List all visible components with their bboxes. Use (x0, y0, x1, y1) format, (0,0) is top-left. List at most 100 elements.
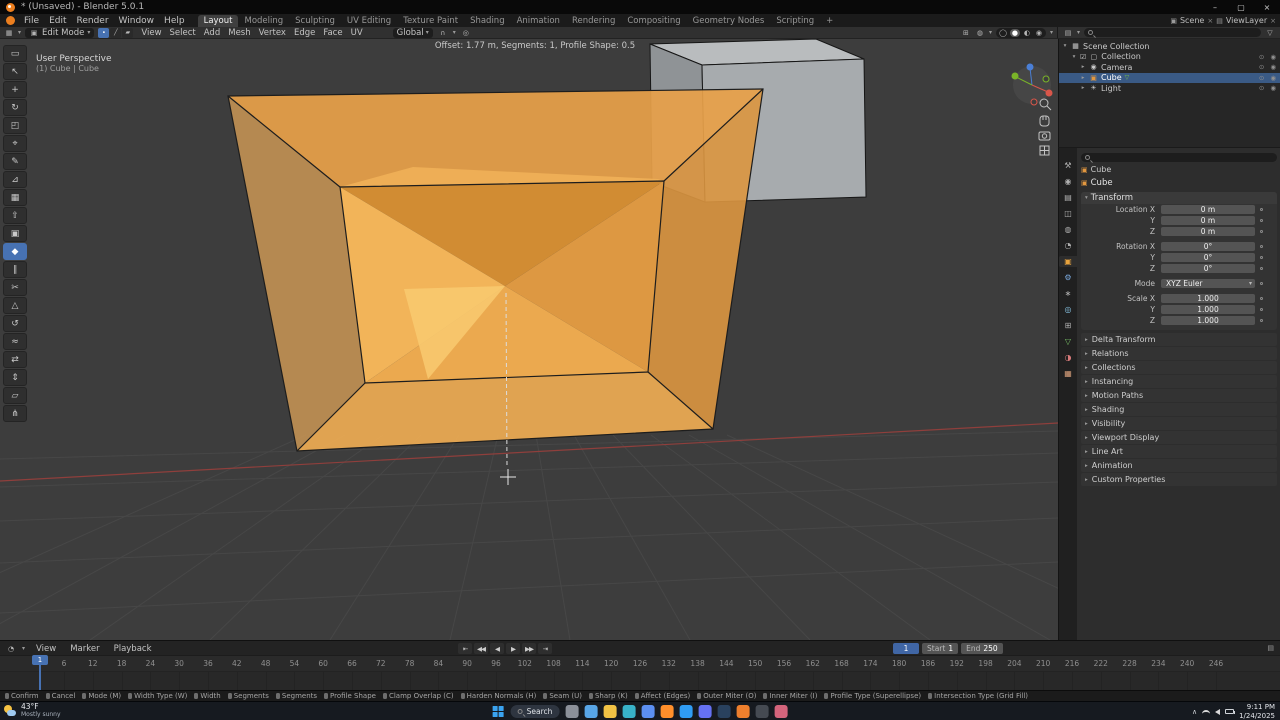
properties-tab-object[interactable]: ▣ (1059, 256, 1077, 267)
taskbar-app-widgets[interactable] (584, 705, 598, 718)
outliner-row-camera[interactable]: ▸ ◉ Camera ⊙ ◉ (1059, 62, 1280, 73)
play-reverse-button[interactable]: ◀ (490, 643, 504, 654)
next-keyframe-button[interactable]: ▶▶ (522, 643, 536, 654)
workspace-tab-shading[interactable]: Shading (464, 15, 511, 27)
properties-tab-tool[interactable]: ⚒ (1059, 160, 1077, 171)
tool-scale[interactable]: ◰ (3, 117, 27, 134)
outliner-search-input[interactable] (1084, 28, 1261, 37)
properties-tab-world[interactable]: ◔ (1059, 240, 1077, 251)
workspace-tab-rendering[interactable]: Rendering (566, 15, 621, 27)
transform-field-z[interactable]: 0 m (1161, 227, 1255, 236)
start-button[interactable] (492, 705, 505, 718)
workspace-tab-texture-paint[interactable]: Texture Paint (397, 15, 464, 27)
properties-tab-modifiers[interactable]: ⚙ (1059, 272, 1077, 283)
pan-hand-icon[interactable] (1039, 115, 1050, 127)
menu-window[interactable]: Window (114, 16, 160, 26)
outliner-row-light[interactable]: ▸ ☀ Light ⊙ ◉ (1059, 83, 1280, 94)
tool-annotate[interactable]: ✎ (3, 153, 27, 170)
outliner-row-cube[interactable]: ▸ ▣ Cube ▽ ⊙ ◉ (1059, 72, 1280, 83)
properties-tab-data[interactable]: ▽ (1059, 336, 1077, 347)
frame-start-field[interactable]: Start 1 (922, 643, 959, 654)
animate-decorator-icon[interactable] (1260, 282, 1263, 285)
tool-smooth[interactable]: ≈ (3, 333, 27, 350)
transform-field-z[interactable]: 1.000 (1161, 316, 1255, 325)
workspace-tab-layout[interactable]: Layout (197, 15, 239, 27)
taskbar-search[interactable]: Search (510, 705, 560, 718)
tool-inset-faces[interactable]: ▣ (3, 225, 27, 242)
xray-toggle-icon[interactable]: ⊞ (961, 29, 971, 37)
tool-edge-slide[interactable]: ⇄ (3, 351, 27, 368)
properties-tab-texture[interactable]: ▦ (1059, 368, 1077, 379)
tool-transform[interactable]: ⌖ (3, 135, 27, 152)
animate-decorator-icon[interactable] (1260, 230, 1263, 233)
properties-tab-view-layer[interactable]: ◫ (1059, 208, 1077, 219)
proportional-editing-icon[interactable]: ◎ (461, 29, 471, 37)
transform-field-z[interactable]: 0° (1161, 264, 1255, 273)
animate-decorator-icon[interactable] (1260, 297, 1263, 300)
section-collections[interactable]: ▸ Collections (1081, 361, 1277, 374)
jump-to-end-button[interactable]: ⇥ (538, 643, 552, 654)
menu-file[interactable]: File (19, 16, 44, 26)
disable-in-render-icon[interactable]: ◉ (1270, 74, 1276, 82)
menu-render[interactable]: Render (72, 16, 114, 26)
hide-in-viewport-icon[interactable]: ⊙ (1259, 53, 1264, 61)
expander-caret-icon[interactable]: ▸ (1080, 64, 1086, 70)
editor-type-icon[interactable]: ▦ (4, 29, 14, 37)
viewport-menu-face[interactable]: Face (319, 28, 346, 38)
timeline-editor-icon[interactable]: ◔ (6, 645, 16, 653)
outliner-row-collection[interactable]: ▾ ☑ ▢ Collection ⊙ ◉ (1059, 52, 1280, 63)
disable-in-render-icon[interactable]: ◉ (1270, 53, 1276, 61)
taskbar-app-terminal[interactable] (755, 705, 769, 718)
filter-icon[interactable]: ▽ (1265, 29, 1275, 37)
animate-decorator-icon[interactable] (1260, 256, 1263, 259)
taskbar-app-blender[interactable] (736, 705, 750, 718)
menu-edit[interactable]: Edit (44, 16, 71, 26)
expander-caret-icon[interactable]: ▾ (1071, 54, 1077, 60)
workspace-tab-modeling[interactable]: Modeling (238, 15, 289, 27)
timeline-body[interactable] (0, 671, 1280, 690)
properties-tab-constraints[interactable]: ⊞ (1059, 320, 1077, 331)
edge-select-button[interactable]: ╱ (110, 27, 122, 38)
expander-caret-icon[interactable]: ▸ (1080, 75, 1086, 81)
jump-to-start-button[interactable]: ⇤ (458, 643, 472, 654)
solid-shading-icon[interactable]: ● (1009, 28, 1020, 37)
expander-caret-icon[interactable]: ▸ (1080, 85, 1086, 91)
current-frame-field[interactable]: 1 (893, 643, 919, 654)
properties-tab-output[interactable]: ▤ (1059, 192, 1077, 203)
taskbar-app-vscode[interactable] (679, 705, 693, 718)
viewport-menu-edge[interactable]: Edge (290, 28, 319, 38)
animate-decorator-icon[interactable] (1260, 219, 1263, 222)
timeline-menu-view[interactable]: View (31, 644, 61, 654)
wireframe-shading-icon[interactable]: ◯ (998, 29, 1008, 37)
viewport-menu-select[interactable]: Select (166, 28, 200, 38)
taskbar-app-firefox[interactable] (660, 705, 674, 718)
minimize-button[interactable]: – (1202, 0, 1228, 14)
transform-field-location-x[interactable]: 0 m (1161, 205, 1255, 214)
camera-view-icon[interactable] (1038, 131, 1051, 141)
tool-loop-cut[interactable]: ∥ (3, 261, 27, 278)
transform-field-scale-x[interactable]: 1.000 (1161, 294, 1255, 303)
hide-in-viewport-icon[interactable]: ⊙ (1259, 84, 1264, 92)
properties-search-input[interactable] (1081, 152, 1277, 162)
viewlayer-selector[interactable]: ViewLayer (1226, 16, 1267, 25)
timeline-menu-playback[interactable]: Playback (109, 644, 157, 654)
section-motion-paths[interactable]: ▸ Motion Paths (1081, 389, 1277, 402)
object-name-field[interactable]: Cube (1091, 178, 1113, 188)
workspace-tab-geometry-nodes[interactable]: Geometry Nodes (687, 15, 771, 27)
volume-icon[interactable] (1215, 708, 1221, 715)
mode-dropdown[interactable]: ▣ Edit Mode ▾ (25, 27, 95, 38)
hide-in-viewport-icon[interactable]: ⊙ (1259, 74, 1264, 82)
add-workspace-button[interactable]: + (820, 15, 839, 27)
taskbar-app-discord[interactable] (698, 705, 712, 718)
overlays-icon[interactable]: ◍ (975, 29, 985, 37)
rendered-shading-icon[interactable]: ◉ (1034, 29, 1044, 37)
prev-keyframe-button[interactable]: ◀◀ (474, 643, 488, 654)
section-instancing[interactable]: ▸ Instancing (1081, 375, 1277, 388)
animate-decorator-icon[interactable] (1260, 245, 1263, 248)
blender-menu-icon[interactable] (6, 16, 15, 25)
snap-caret-icon[interactable]: ▾ (453, 29, 456, 36)
tool-rotate[interactable]: ↻ (3, 99, 27, 116)
animate-decorator-icon[interactable] (1260, 208, 1263, 211)
properties-tab-render[interactable]: ◉ (1059, 176, 1077, 187)
disable-in-render-icon[interactable]: ◉ (1270, 84, 1276, 92)
